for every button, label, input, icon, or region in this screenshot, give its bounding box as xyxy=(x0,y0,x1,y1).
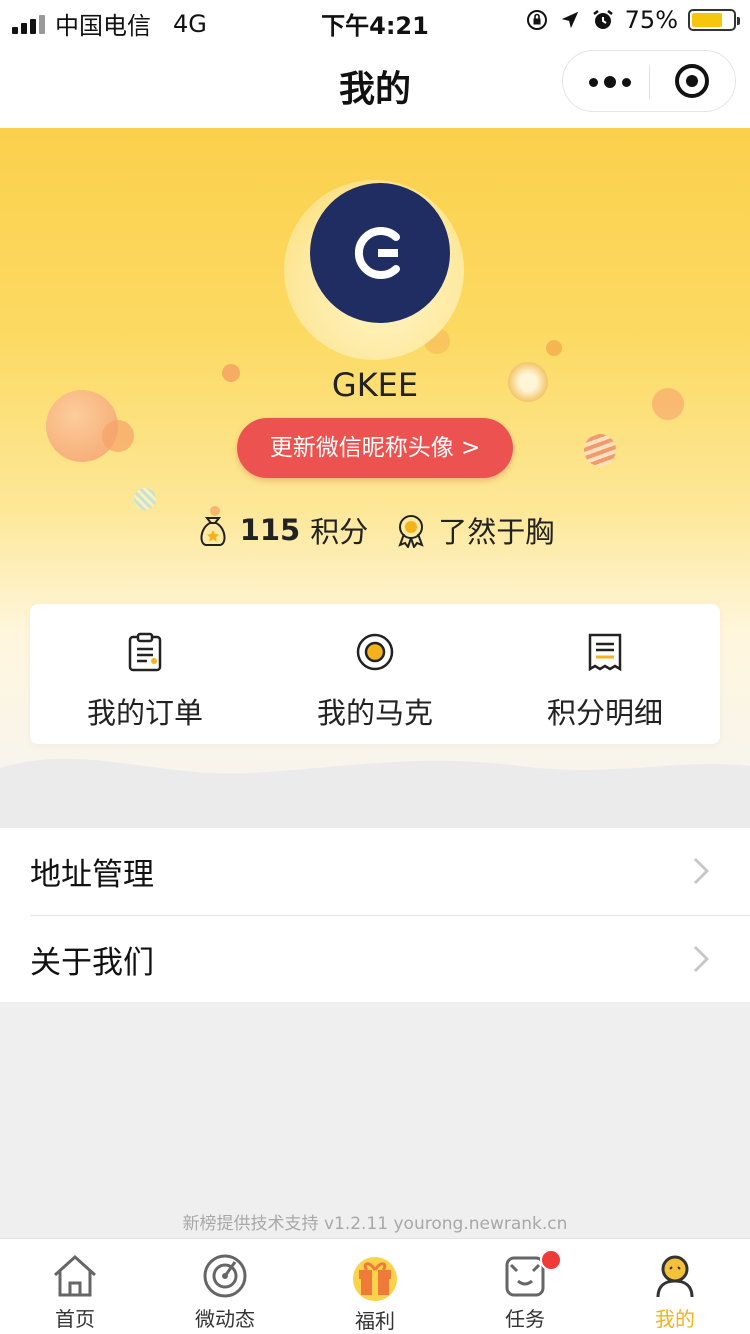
avatar[interactable] xyxy=(310,183,450,323)
gift-icon xyxy=(353,1257,397,1301)
coin-icon xyxy=(356,633,394,671)
quick-action-points-detail[interactable]: 积分明细 xyxy=(490,604,720,744)
level-stat[interactable]: 了然于胸 xyxy=(394,509,554,551)
rotation-lock-icon xyxy=(526,10,547,30)
nav-bar: 我的 xyxy=(0,40,750,128)
tab-bar: 首页 微动态 福利 任务 我的 xyxy=(0,1238,750,1334)
decor-bubble xyxy=(546,340,562,356)
decor-bubble xyxy=(584,434,616,466)
tab-label: 首页 xyxy=(55,1307,95,1331)
quick-action-label: 我的马克 xyxy=(316,696,433,730)
medal-icon xyxy=(398,515,424,548)
close-miniprogram-icon[interactable] xyxy=(675,64,709,98)
update-profile-button[interactable]: 更新微信昵称头像 > xyxy=(237,418,513,478)
tab-welfare[interactable]: 福利 xyxy=(300,1239,450,1334)
radar-icon xyxy=(203,1254,247,1298)
points-unit: 积分 xyxy=(310,515,369,549)
username: GKEE xyxy=(331,366,419,404)
tab-label: 我的 xyxy=(655,1307,695,1331)
points-value: 115 xyxy=(239,513,301,547)
chevron-right-icon xyxy=(693,945,710,973)
brand-logo-icon xyxy=(354,227,400,279)
capsule-divider xyxy=(649,65,650,99)
battery-icon xyxy=(688,9,740,31)
quick-action-label: 积分明细 xyxy=(546,696,663,730)
menu-item-about[interactable]: 关于我们 xyxy=(30,915,750,1002)
quick-action-orders[interactable]: 我的订单 xyxy=(30,604,260,744)
menu-item-label: 地址管理 xyxy=(30,857,154,893)
mini-program-capsule xyxy=(562,50,736,112)
clipboard-icon xyxy=(128,632,162,672)
points-stat[interactable]: 115 积分 xyxy=(196,509,369,551)
tab-tasks[interactable]: 任务 xyxy=(450,1239,600,1334)
tab-label: 福利 xyxy=(355,1309,395,1333)
footer-credit: 新榜提供技术支持 v1.2.11 yourong.newrank.cn xyxy=(182,1214,568,1234)
decor-wave xyxy=(0,758,750,828)
money-bag-icon xyxy=(200,517,226,546)
home-icon xyxy=(53,1254,97,1297)
location-icon xyxy=(561,11,578,29)
receipt-icon xyxy=(588,633,622,672)
user-icon xyxy=(656,1255,694,1298)
tab-mine[interactable]: 我的 xyxy=(600,1239,750,1334)
status-bar: 中国电信 4G 下午4:21 75% xyxy=(0,0,750,40)
tab-home[interactable]: 首页 xyxy=(0,1239,150,1334)
menu-item-label: 关于我们 xyxy=(30,944,154,981)
chevron-right-icon xyxy=(693,857,710,885)
alarm-icon xyxy=(592,10,613,29)
user-stats: 115 积分 了然于胸 xyxy=(0,508,750,552)
menu-list: 地址管理 关于我们 xyxy=(0,828,750,1002)
quick-action-marks[interactable]: 我的马克 xyxy=(260,604,490,744)
more-icon[interactable] xyxy=(589,76,631,88)
menu-item-address[interactable]: 地址管理 xyxy=(0,828,750,915)
quick-action-label: 我的订单 xyxy=(86,696,203,730)
level-label: 了然于胸 xyxy=(438,515,555,549)
decor-bubble xyxy=(102,420,134,452)
battery-label: 75% xyxy=(624,6,678,34)
status-right: 75% xyxy=(525,6,740,34)
tab-feed[interactable]: 微动态 xyxy=(150,1239,300,1334)
decor-bubble xyxy=(134,488,156,510)
quick-actions-card: 我的订单 我的马克 积分明细 xyxy=(30,604,720,744)
tab-label: 任务 xyxy=(505,1307,545,1331)
notification-dot xyxy=(540,1249,562,1271)
tab-label: 微动态 xyxy=(195,1307,255,1331)
